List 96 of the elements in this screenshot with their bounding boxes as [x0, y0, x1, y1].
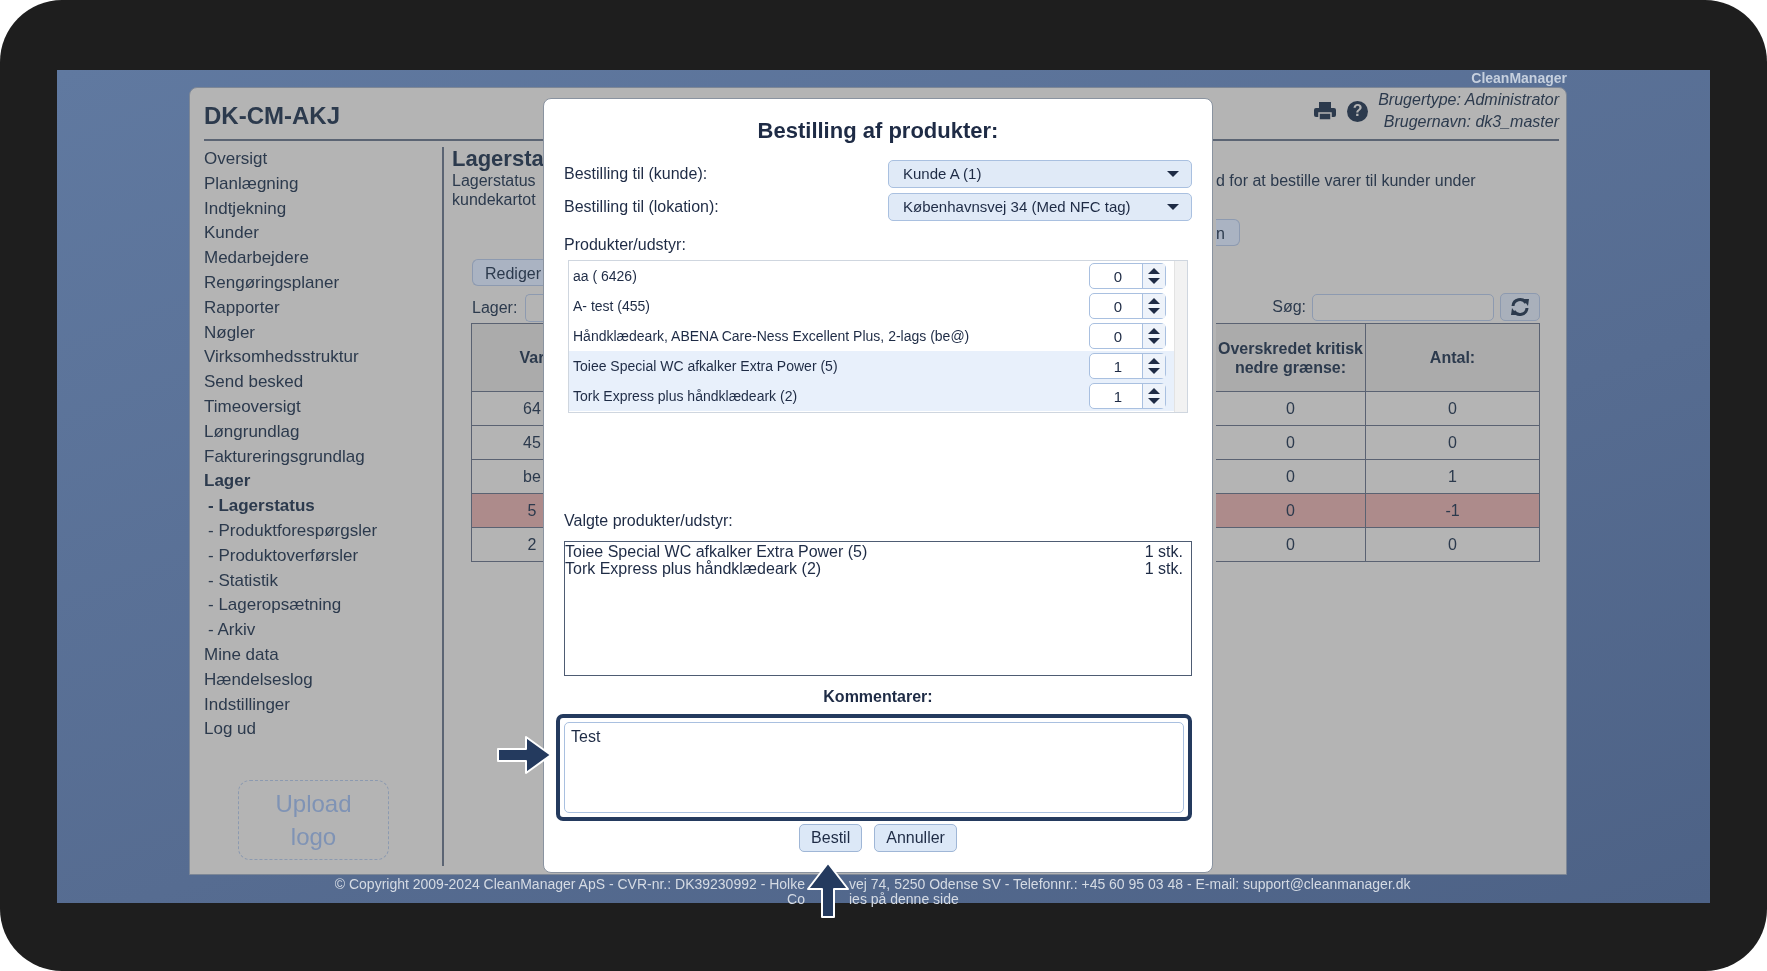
sidebar-subitem[interactable]: - Statistik [208, 568, 278, 594]
lager-label: Lager: [472, 299, 518, 317]
cookies-link[interactable]: Co [787, 892, 805, 907]
description-text: Lagerstatus [452, 171, 537, 190]
product-name: Toiee Special WC afkalker Extra Power (5) [573, 358, 838, 374]
sidebar-subitem[interactable]: - Produktoverførsler [208, 543, 359, 569]
sidebar-item[interactable]: Indstillinger [204, 692, 290, 718]
chosen-product-name: Toiee Special WC afkalker Extra Power (5) [565, 543, 868, 560]
sidebar-item[interactable]: Timeoversigt [204, 394, 301, 420]
dialog-title: Bestilling af produkter: [756, 117, 1000, 145]
section-label: Valgte produkter/udstyr: [564, 511, 734, 531]
sidebar-item[interactable]: Send besked [204, 370, 304, 395]
product-name: A- test (455) [573, 298, 651, 314]
table-cell: 1 [1365, 459, 1540, 494]
chosen-quantity: 1 stk. [1144, 560, 1183, 577]
chosen-product-name: Tork Express plus håndklædeark (2) [565, 560, 822, 577]
sidebar-item[interactable]: Kunder [204, 221, 259, 247]
section-label: Produkter/udstyr: [564, 235, 687, 255]
refresh-icon [1509, 297, 1531, 317]
edit-button[interactable]: Rediger [472, 259, 546, 286]
action-button[interactable]: n [1216, 219, 1240, 246]
product-row[interactable]: aa ( 6426) 0 [569, 261, 1174, 291]
spinner-arrows-icon [1142, 354, 1165, 378]
caret-icon [1167, 170, 1179, 177]
copyright-text: © Copyright 2009-2024 CleanManager ApS - CVR-nr.: DK39230992 - Holke [334, 877, 805, 892]
scroll-track[interactable] [1174, 261, 1187, 412]
sidebar-item[interactable]: Medarbejdere [204, 246, 309, 271]
comment-field[interactable]: Test [564, 722, 1184, 813]
spinner-arrows-icon [1142, 294, 1165, 318]
sidebar-subitem[interactable]: - Arkiv [208, 618, 256, 643]
sidebar-item[interactable]: Rengøringsplaner [204, 271, 340, 296]
table-cell: 0 [1365, 391, 1540, 426]
sidebar-item[interactable]: Rapporter [204, 295, 280, 321]
sidebar-item[interactable]: Log ud [204, 717, 256, 743]
field-label: Bestilling til (kunde): [564, 164, 708, 183]
chosen-quantity: 1 stk. [1144, 543, 1183, 560]
product-name: aa ( 6426) [573, 268, 637, 284]
product-row[interactable]: A- test (455) 0 [569, 291, 1174, 321]
table-cell: 0 [1216, 459, 1366, 494]
column-header: Antal: [1365, 323, 1540, 392]
quantity-spinner[interactable]: 1 [1089, 353, 1166, 379]
brand-name: CleanManager [1471, 70, 1567, 87]
description-text: d for at bestille varer til kunder under [1216, 171, 1477, 190]
cancel-button[interactable]: Annuller [874, 824, 957, 852]
spinner-arrows-icon [1142, 324, 1165, 348]
product-row[interactable]: Tork Express plus håndklædeark (2) 1 [569, 381, 1174, 411]
table-cell: 0 [1216, 425, 1366, 460]
user-name: Brugernavn: dk3_master [1382, 112, 1559, 132]
sidebar-item[interactable]: Faktureringsgrundlag [204, 444, 365, 470]
sidebar-item[interactable]: Hændelseslog [204, 667, 313, 693]
caret-icon [1167, 203, 1179, 210]
column-header: Var [471, 323, 546, 392]
spinner-arrows-icon [1142, 384, 1165, 408]
table-cell: 0 [1365, 425, 1540, 460]
description-text: kundekartot [452, 190, 537, 209]
table-cell: -1 [1365, 493, 1540, 528]
page-title: Lagersta [452, 147, 545, 171]
order-button[interactable]: Bestil [799, 824, 863, 852]
dropdown[interactable]: Københavnsvej 34 (Med NFC tag) [888, 192, 1192, 221]
product-row[interactable]: Toiee Special WC afkalker Extra Power (5) 1 [569, 351, 1174, 381]
sidebar-item[interactable]: Virksomhedsstruktur [204, 345, 359, 371]
cookies-link[interactable]: ies på denne side [849, 892, 959, 907]
sidebar-item[interactable]: Oversigt [204, 147, 268, 172]
help-icon[interactable]: ? [1347, 100, 1369, 122]
search-field[interactable] [1312, 293, 1494, 321]
sidebar-item[interactable]: Mine data [204, 642, 279, 668]
sidebar-subitem[interactable]: - Produktforespørgsler [208, 518, 378, 544]
product-name: Håndklædeark, ABENA Care-Ness Excellent Plus, 2-lags (be@) [573, 328, 970, 344]
sidebar-item[interactable]: Lager [204, 469, 251, 495]
comments-label: Kommentarer: [822, 687, 934, 707]
quantity-spinner[interactable]: 0 [1089, 293, 1166, 319]
search-label: Søg: [1272, 298, 1306, 316]
table-cell: 0 [1216, 527, 1366, 562]
column-header: Overskredet kritisk nedre grænse: [1216, 323, 1366, 392]
app-title: DK-CM-AKJ [204, 102, 340, 131]
sidebar-item[interactable]: Planlægning [204, 171, 299, 197]
spinner-arrows-icon [1142, 264, 1165, 288]
user-type: Brugertype: Administrator [1378, 90, 1559, 110]
table-cell: 0 [1216, 391, 1366, 426]
sidebar-item[interactable]: Nøgler [204, 320, 255, 346]
dropdown[interactable]: Kunde A (1) [888, 159, 1192, 188]
print-icon[interactable] [1313, 101, 1338, 121]
sidebar-subitem[interactable]: - Lageropsætning [208, 593, 342, 619]
sidebar-subitem[interactable]: - Lagerstatus [208, 494, 315, 519]
product-row[interactable]: Håndklædeark, ABENA Care-Ness Excellent Plus, 2-lags (be@) 0 [569, 321, 1174, 351]
product-name: Tork Express plus håndklædeark (2) [573, 388, 798, 404]
table-cell: 0 [1365, 527, 1540, 562]
copyright-text: vej 74, 5250 Odense SV - Telefonnr.: +45 60 95 03 48 - E-mail: support@cleanmanager.dk [849, 877, 1411, 892]
quantity-spinner[interactable]: 1 [1089, 383, 1166, 409]
table-cell: 0 [1216, 493, 1366, 528]
field-label: Bestilling til (lokation): [564, 197, 719, 216]
quantity-spinner[interactable]: 0 [1089, 263, 1166, 289]
refresh-button[interactable] [1500, 293, 1540, 321]
sidebar-item[interactable]: Løngrundlag [204, 419, 300, 445]
quantity-spinner[interactable]: 0 [1089, 323, 1166, 349]
sidebar-item[interactable]: Indtjekning [204, 196, 287, 222]
